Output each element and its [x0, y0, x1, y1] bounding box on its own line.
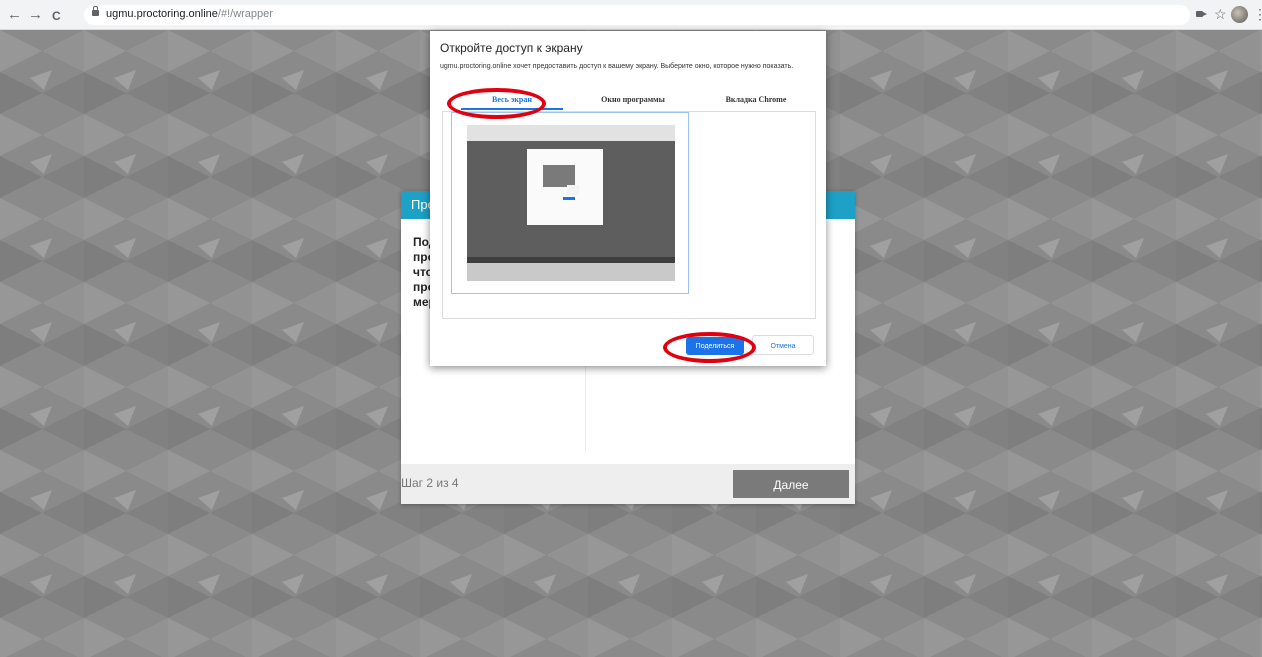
step-indicator: Шаг 2 из 4 [401, 476, 459, 490]
highlight-ellipse-share [663, 332, 756, 363]
star-icon[interactable]: ☆ [1214, 6, 1227, 23]
preview-dialog [527, 149, 603, 225]
preview-thumb [543, 165, 579, 195]
url-path: /#!/wrapper [217, 8, 273, 20]
next-button[interactable]: Далее [733, 470, 849, 498]
preview-share-button [563, 197, 575, 200]
url-text: ugmu.proctoring.online/#!/wrapper [106, 8, 273, 20]
wizard-footer: Шаг 2 из 4 Далее [401, 464, 855, 504]
preview-desktop [467, 141, 675, 257]
highlight-ellipse-tab [447, 88, 546, 119]
dialog-description: ugmu.proctoring.online хочет предоставит… [440, 63, 794, 70]
tab-chrome-tab[interactable]: Вкладка Chrome [703, 95, 809, 104]
screen-thumbnail-option[interactable] [451, 112, 689, 294]
source-list-panel [442, 111, 816, 319]
lock-icon [92, 6, 99, 16]
address-bar[interactable]: ugmu.proctoring.online/#!/wrapper [84, 5, 1190, 25]
browser-toolbar: ← → C ugmu.proctoring.online/#!/wrapper … [0, 0, 1262, 30]
tab-application-window[interactable]: Окно программы [573, 95, 693, 104]
dialog-title: Откройте доступ к экрану [440, 41, 583, 55]
screen-share-dialog: Откройте доступ к экрану ugmu.proctoring… [430, 31, 826, 366]
more-menu-icon[interactable]: ⋮ [1253, 6, 1262, 23]
cancel-button[interactable]: Отмена [752, 335, 814, 355]
preview-taskbar [467, 257, 675, 263]
step-text: Шаг 2 из 4 [401, 476, 459, 490]
reload-icon[interactable]: C [52, 8, 61, 24]
profile-avatar[interactable] [1231, 6, 1248, 23]
back-arrow-icon[interactable]: ← [7, 7, 22, 23]
forward-arrow-icon[interactable]: → [28, 7, 43, 23]
camera-icon[interactable] [1196, 11, 1207, 17]
preview-browser-bar [467, 125, 675, 141]
screen-preview-image [467, 125, 675, 281]
url-host: ugmu.proctoring.online [106, 8, 218, 20]
preview-thumb-inner [567, 185, 579, 195]
